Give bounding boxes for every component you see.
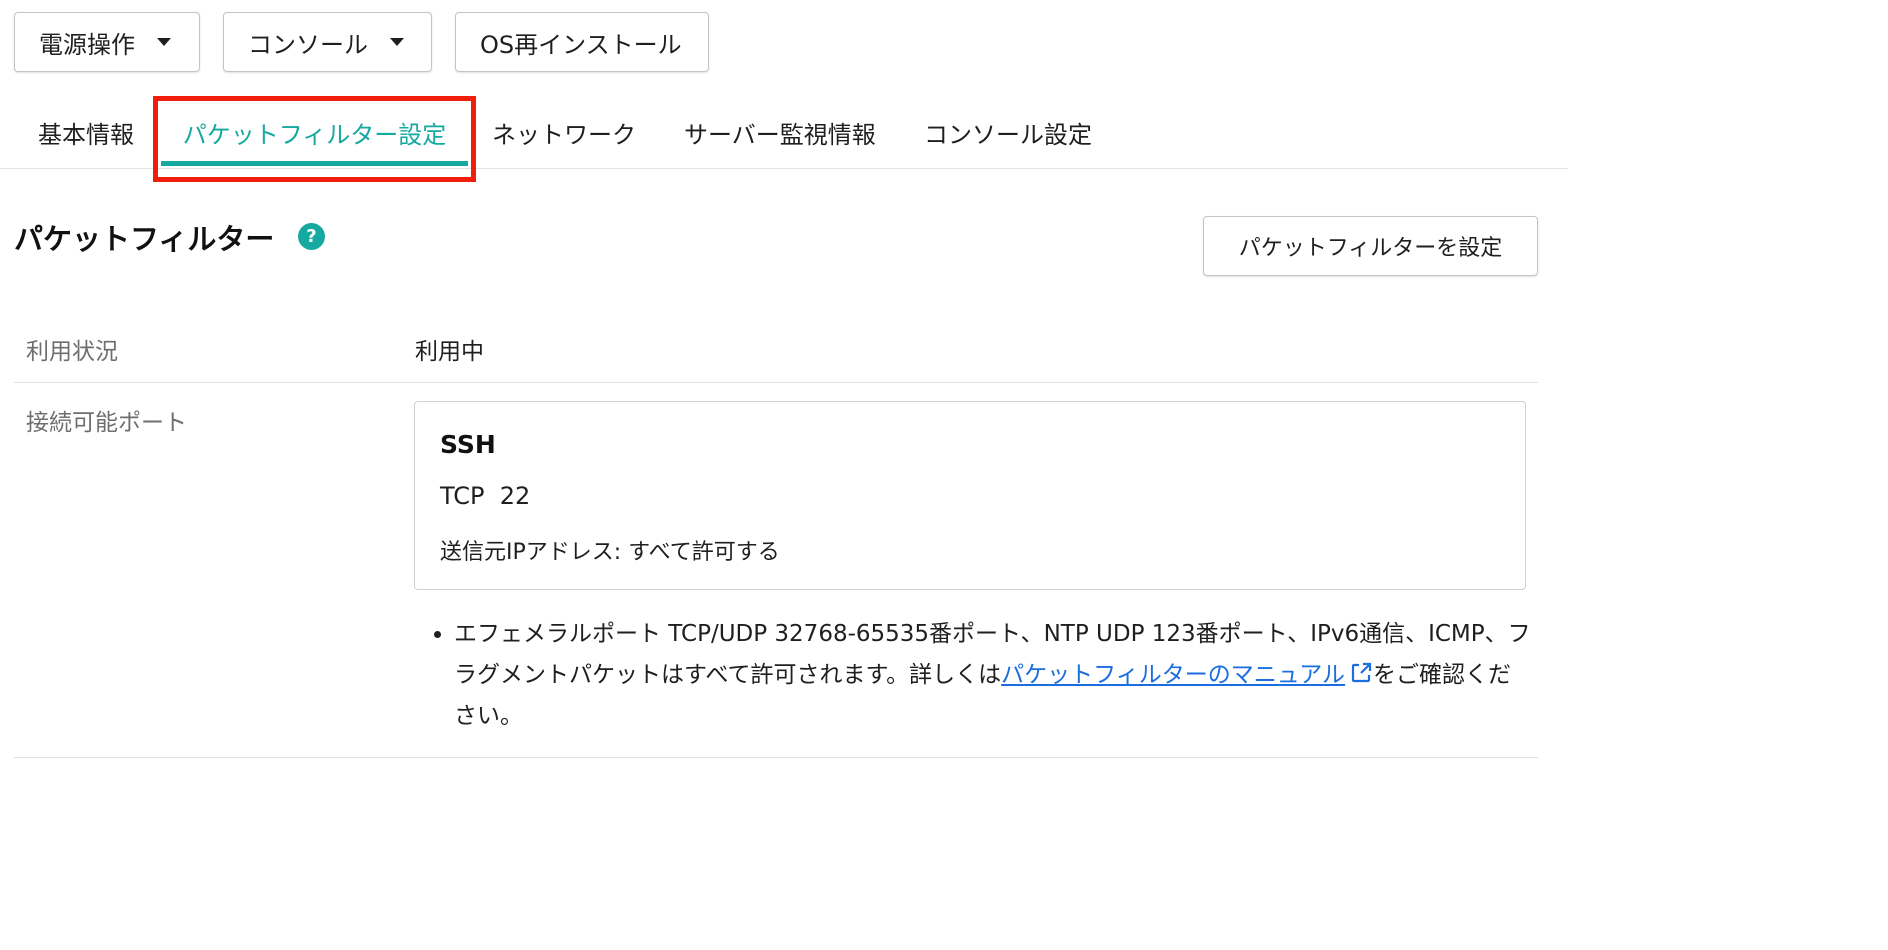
usage-value: 利用中 [415, 339, 484, 365]
caret-down-icon [157, 38, 171, 46]
power-operation-label: 電源操作 [39, 30, 135, 59]
tab-basic-info[interactable]: 基本情報 [38, 96, 134, 168]
port-card: SSH TCP 22 送信元IPアドレス: すべて許可する [414, 401, 1526, 590]
tab-bar: 基本情報 パケットフィルター設定 ネットワーク サーバー監視情報 コンソール設定 [0, 96, 1568, 169]
help-icon[interactable]: ? [298, 223, 325, 250]
note: エフェメラルポート TCP/UDP 32768-65535番ポート、NTP UD… [432, 614, 1532, 737]
port-number: 22 [499, 482, 531, 510]
port-protocol: TCP [440, 482, 485, 510]
packet-filter-manual-link[interactable]: パケットフィルターのマニュアル [1001, 662, 1373, 688]
port-protocol-line: TCP 22 [440, 482, 530, 510]
usage-label: 利用状況 [26, 339, 118, 365]
tab-server-monitoring[interactable]: サーバー監視情報 [684, 96, 876, 168]
set-packet-filter-button[interactable]: パケットフィルターを設定 [1203, 216, 1538, 276]
server-toolbar: 電源操作 コンソール OS再インストール [14, 12, 709, 72]
tab-console-settings[interactable]: コンソール設定 [924, 96, 1092, 168]
tab-packet-filter-settings[interactable]: パケットフィルター設定 [161, 96, 468, 168]
console-label: コンソール [248, 30, 368, 59]
tab-network[interactable]: ネットワーク [492, 96, 636, 168]
row-divider [14, 382, 1538, 383]
external-link-icon [1351, 662, 1372, 683]
section-title: パケットフィルター [14, 222, 275, 256]
port-name: SSH [440, 430, 496, 459]
os-reinstall-label: OS再インストール [480, 30, 682, 59]
console-button[interactable]: コンソール [223, 12, 432, 72]
caret-down-icon [390, 38, 404, 46]
row-divider-bottom [14, 757, 1538, 758]
note-item: エフェメラルポート TCP/UDP 32768-65535番ポート、NTP UD… [454, 614, 1532, 737]
manual-link-label: パケットフィルターのマニュアル [1001, 662, 1346, 688]
port-source: 送信元IPアドレス: すべて許可する [440, 540, 780, 565]
power-operation-button[interactable]: 電源操作 [14, 12, 200, 72]
os-reinstall-button[interactable]: OS再インストール [455, 12, 709, 72]
allowed-ports-label: 接続可能ポート [26, 410, 187, 436]
